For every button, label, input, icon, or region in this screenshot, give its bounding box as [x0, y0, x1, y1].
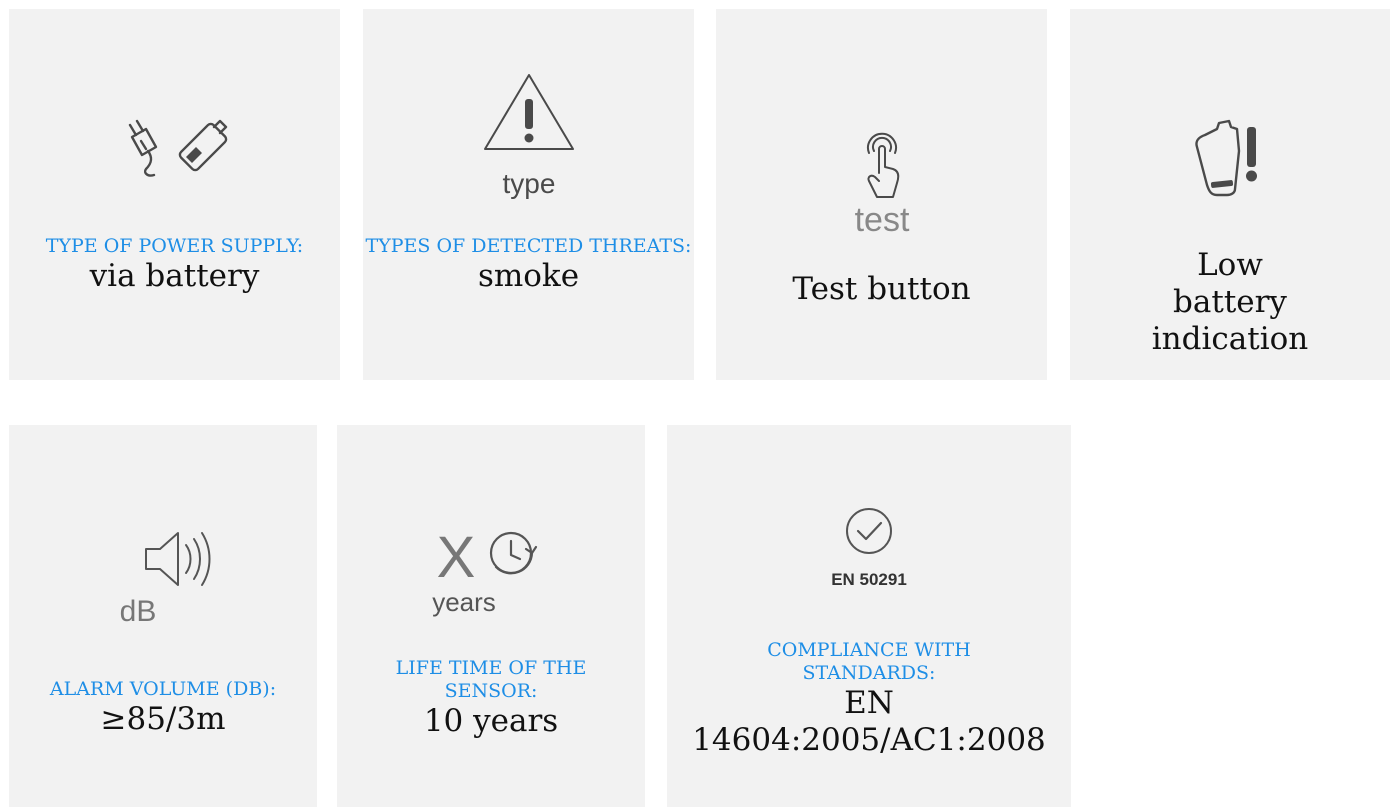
feature-caption: LIFE TIME OF THE SENSOR: 10 years: [337, 657, 645, 740]
feature-card-power: TYPE OF POWER SUPPLY: via battery: [9, 9, 340, 380]
speaker-icon: dB: [120, 532, 211, 627]
warning-triangle-icon: type: [483, 74, 574, 199]
feature-caption: TYPE OF POWER SUPPLY: via battery: [9, 235, 340, 295]
feature-value: 10 years: [423, 703, 559, 739]
icon-caption-db: dB: [120, 595, 157, 627]
touch-finger-icon: test: [854, 132, 909, 239]
feature-card-threats: type TYPES OF DETECTED THREATS: smoke: [363, 9, 694, 380]
feature-card-volume: dB ALARM VOLUME (DB): ≥85/3m: [9, 425, 317, 807]
feature-card-low-battery: Low battery indication: [1070, 9, 1390, 380]
feature-label: LIFE TIME OF THE SENSOR:: [395, 657, 587, 702]
feature-caption: COMPLIANCE WITH STANDARDS: EN 14604:2005…: [667, 639, 1071, 759]
clock-refresh-icon: X years: [432, 525, 538, 617]
feature-value: ≥85/3m: [100, 701, 226, 737]
feature-label: COMPLIANCE WITH STANDARDS:: [767, 639, 971, 684]
feature-value: via battery: [89, 258, 260, 294]
feature-card-standards: EN 50291 COMPLIANCE WITH STANDARDS: EN 1…: [667, 425, 1071, 807]
feature-caption: Test button: [716, 271, 1047, 308]
battery-alert-icon: [1195, 119, 1257, 197]
feature-value: Test button: [792, 271, 971, 307]
feature-card-lifetime: X years LIFE TIME OF THE SENSOR: 10 year…: [337, 425, 645, 807]
plug-battery-icon: [128, 119, 227, 177]
feature-label: ALARM VOLUME (DB):: [49, 678, 277, 700]
icon-caption-test: test: [854, 201, 909, 239]
icon-caption-en50291: EN 50291: [831, 570, 907, 589]
icon-caption-years: years: [432, 587, 496, 617]
feature-value: Low battery indication: [1151, 247, 1309, 357]
feature-caption: TYPES OF DETECTED THREATS: smoke: [363, 235, 694, 295]
icon-caption-type: type: [502, 168, 555, 199]
feature-caption: ALARM VOLUME (DB): ≥85/3m: [9, 678, 317, 738]
check-circle-icon: EN 50291: [831, 508, 907, 589]
feature-caption: Low battery indication: [1070, 247, 1390, 358]
feature-label: TYPE OF POWER SUPPLY:: [45, 235, 304, 257]
feature-label: TYPES OF DETECTED THREATS:: [365, 235, 692, 257]
feature-value: EN 14604:2005/AC1:2008: [692, 685, 1046, 758]
icon-caption-x: X: [437, 525, 476, 590]
feature-value: smoke: [477, 258, 580, 294]
feature-card-test: test Test button: [716, 9, 1047, 380]
